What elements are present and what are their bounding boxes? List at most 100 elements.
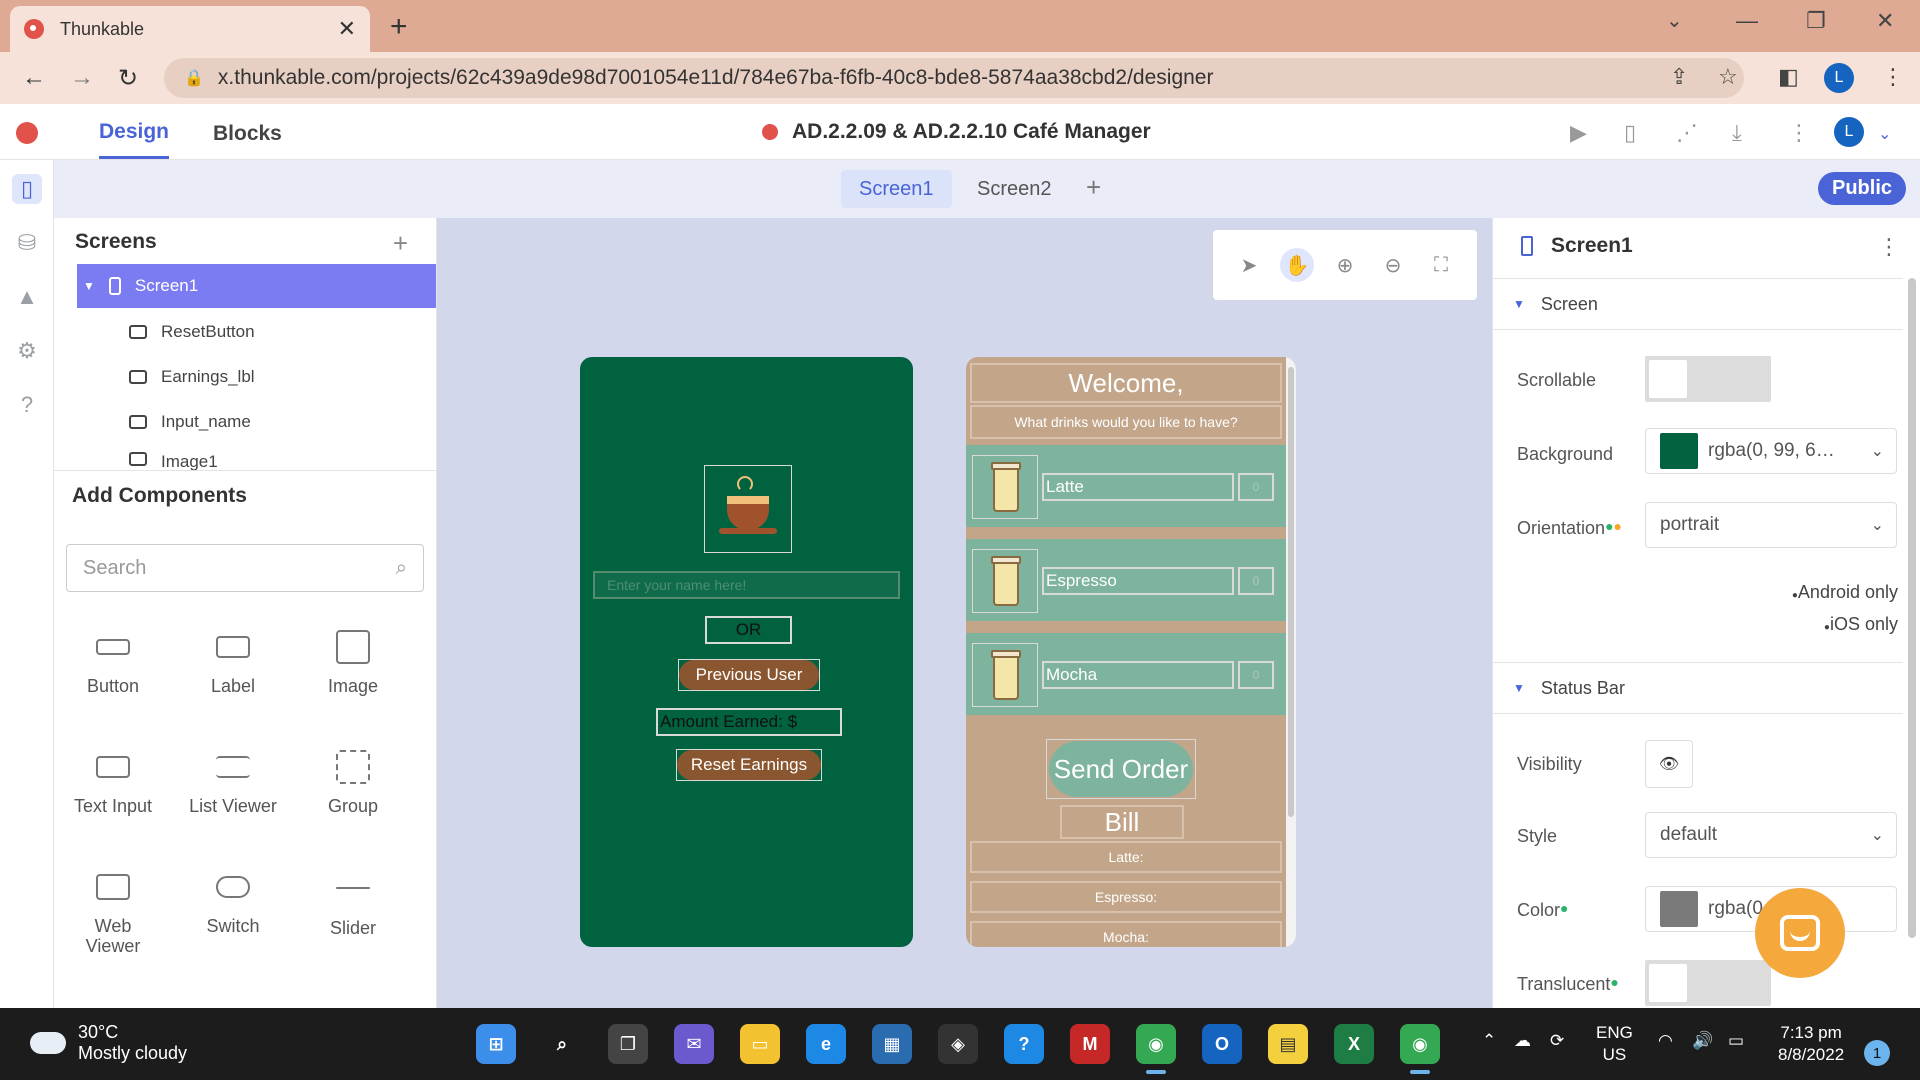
component-text-input[interactable]: Text Input — [58, 750, 168, 817]
component-web-viewer[interactable]: Web Viewer — [58, 870, 168, 956]
show-hidden-icons-chevron-icon[interactable]: ⌃ — [1482, 1030, 1496, 1052]
send-order-button[interactable]: Send Order — [1046, 739, 1196, 799]
window-close-button[interactable]: ✕ — [1876, 8, 1894, 34]
properties-more-icon[interactable]: ⋮ — [1878, 234, 1900, 260]
drink-qty-latte[interactable]: 0 — [1238, 473, 1274, 501]
zoom-out-icon[interactable]: ⊖ — [1376, 248, 1410, 282]
bookmark-star-icon[interactable]: ☆ — [1718, 64, 1738, 90]
component-list-viewer[interactable]: List Viewer — [178, 750, 288, 817]
weather-widget[interactable]: 30°C Mostly cloudy — [30, 1022, 187, 1064]
chrome-profile-icon[interactable]: ◉ — [1136, 1024, 1176, 1074]
sync-icon[interactable]: ⟳ — [1550, 1030, 1564, 1052]
teams-chat-icon[interactable]: ✉ — [674, 1024, 714, 1064]
screen2-preview[interactable]: Welcome, What drinks would you like to h… — [966, 357, 1296, 947]
volume-icon[interactable]: 🔊 — [1692, 1030, 1713, 1052]
screen1-preview[interactable]: Enter your name here! OR Previous User A… — [580, 357, 913, 947]
notification-badge[interactable]: 1 — [1864, 1040, 1890, 1066]
forward-button[interactable]: → — [70, 64, 94, 92]
side-panel-icon[interactable]: ◧ — [1778, 64, 1799, 90]
reset-earnings-button[interactable]: Reset Earnings — [676, 749, 822, 781]
assets-mountain-icon[interactable]: ▲ — [12, 282, 42, 312]
excel-icon[interactable]: X — [1334, 1024, 1374, 1064]
name-input[interactable]: Enter your name here! — [593, 571, 900, 599]
translucent-toggle[interactable] — [1645, 960, 1771, 1006]
onedrive-icon[interactable]: ☁ — [1514, 1030, 1531, 1052]
coffee-cup-image[interactable] — [704, 465, 792, 553]
tree-item-image1[interactable]: Image1 — [77, 444, 436, 470]
microsoft-store-icon[interactable]: ▦ — [872, 1024, 912, 1064]
address-bar[interactable]: 🔒 x.thunkable.com/projects/62c439a9de98d… — [164, 58, 1744, 98]
design-phone-icon[interactable]: ▯ — [12, 174, 42, 204]
properties-scrollbar[interactable] — [1908, 278, 1916, 938]
battery-icon[interactable]: ▭ — [1728, 1030, 1744, 1052]
clock[interactable]: 7:13 pm 8/8/2022 — [1778, 1022, 1844, 1066]
share-icon[interactable]: ⇪ — [1670, 64, 1688, 90]
search-icon[interactable]: ⌕ — [542, 1024, 582, 1064]
edge-browser-icon[interactable]: e — [806, 1024, 846, 1064]
browser-menu-icon[interactable]: ⋮ — [1882, 64, 1904, 90]
tree-item-screen1[interactable]: ▼ Screen1 — [77, 264, 436, 308]
style-select[interactable]: default ⌄ — [1645, 812, 1897, 858]
component-slider[interactable]: Slider — [298, 870, 408, 939]
tab-search-chevron-icon[interactable]: ⌄ — [1666, 8, 1683, 33]
screen2-scrollbar[interactable] — [1286, 357, 1296, 947]
tree-item-earnings-lbl[interactable]: Earnings_lbl — [77, 355, 436, 399]
thunkable-logo-icon[interactable] — [16, 122, 38, 144]
tree-item-input-name[interactable]: Input_name — [77, 400, 436, 444]
file-explorer-icon[interactable]: ▭ — [740, 1024, 780, 1064]
minimize-button[interactable]: — — [1736, 8, 1758, 34]
user-avatar[interactable]: L — [1834, 117, 1864, 147]
component-switch[interactable]: Switch — [178, 870, 288, 937]
background-color-select[interactable]: rgba(0, 99, 6… ⌄ — [1645, 428, 1897, 474]
new-tab-button[interactable]: + — [390, 10, 408, 44]
database-icon[interactable]: ⛁ — [12, 228, 42, 258]
tab-blocks[interactable]: Blocks — [213, 122, 282, 146]
screen-tab-screen1[interactable]: Screen1 — [841, 170, 952, 208]
language-indicator[interactable]: ENG US — [1596, 1022, 1633, 1066]
add-screen-button[interactable]: + — [393, 228, 408, 259]
public-button[interactable]: Public — [1817, 172, 1906, 205]
tab-design[interactable]: Design — [99, 120, 170, 159]
add-screen-tab-button[interactable]: + — [1086, 172, 1101, 203]
mcafee-icon[interactable]: M — [1070, 1024, 1110, 1064]
component-label[interactable]: Label — [178, 630, 288, 697]
design-canvas[interactable]: ➤ ✋ ⊕ ⊖ ⛶ Enter your name here! OR Previ… — [437, 218, 1492, 1008]
tree-expand-caret-icon[interactable]: ▼ — [83, 279, 95, 293]
sticky-notes-icon[interactable]: ▤ — [1268, 1024, 1308, 1064]
chrome-active-icon[interactable]: ◉ — [1400, 1024, 1440, 1074]
drink-qty-espresso[interactable]: 0 — [1238, 567, 1274, 595]
settings-gear-icon[interactable]: ⚙ — [12, 336, 42, 366]
wifi-icon[interactable]: ◠ — [1658, 1030, 1673, 1052]
account-chevron-icon[interactable]: ⌄ — [1878, 124, 1891, 144]
section-status-bar-header[interactable]: ▼ Status Bar — [1493, 662, 1903, 714]
previous-user-button[interactable]: Previous User — [678, 659, 820, 691]
close-tab-icon[interactable]: ✕ — [338, 16, 356, 42]
app-icon[interactable]: ◈ — [938, 1024, 978, 1064]
back-button[interactable]: ← — [22, 64, 46, 92]
drink-qty-mocha[interactable]: 0 — [1238, 661, 1274, 689]
download-icon[interactable]: ⤓ — [1732, 120, 1742, 146]
chat-support-button[interactable] — [1755, 888, 1845, 978]
share-project-icon[interactable]: ⋰ — [1676, 120, 1698, 146]
fit-to-screen-icon[interactable]: ⛶ — [1424, 248, 1458, 282]
component-button[interactable]: Button — [58, 630, 168, 697]
play-icon[interactable]: ▶ — [1570, 120, 1587, 146]
section-screen-header[interactable]: ▼ Screen — [1493, 278, 1903, 330]
reload-button[interactable]: ↻ — [118, 64, 138, 93]
help-icon[interactable]: ? — [12, 390, 42, 420]
live-test-device-icon[interactable]: ▯ — [1624, 120, 1636, 146]
restore-button[interactable]: ❐ — [1806, 8, 1826, 34]
status-color-swatch[interactable] — [1660, 891, 1698, 927]
component-group[interactable]: Group — [298, 750, 408, 817]
orientation-select[interactable]: portrait ⌄ — [1645, 502, 1897, 548]
outlook-icon[interactable]: O — [1202, 1024, 1242, 1064]
select-pointer-icon[interactable]: ➤ — [1232, 248, 1266, 282]
windows-start-icon[interactable]: ⊞ — [476, 1024, 516, 1064]
browser-tab[interactable]: Thunkable ✕ — [10, 6, 370, 52]
background-color-swatch[interactable] — [1660, 433, 1698, 469]
scrollable-toggle[interactable] — [1645, 356, 1771, 402]
tree-item-resetbutton[interactable]: ResetButton — [77, 310, 436, 354]
component-image[interactable]: Image — [298, 630, 408, 697]
zoom-in-icon[interactable]: ⊕ — [1328, 248, 1362, 282]
visibility-eye-icon[interactable]: 👁 — [1645, 740, 1693, 788]
